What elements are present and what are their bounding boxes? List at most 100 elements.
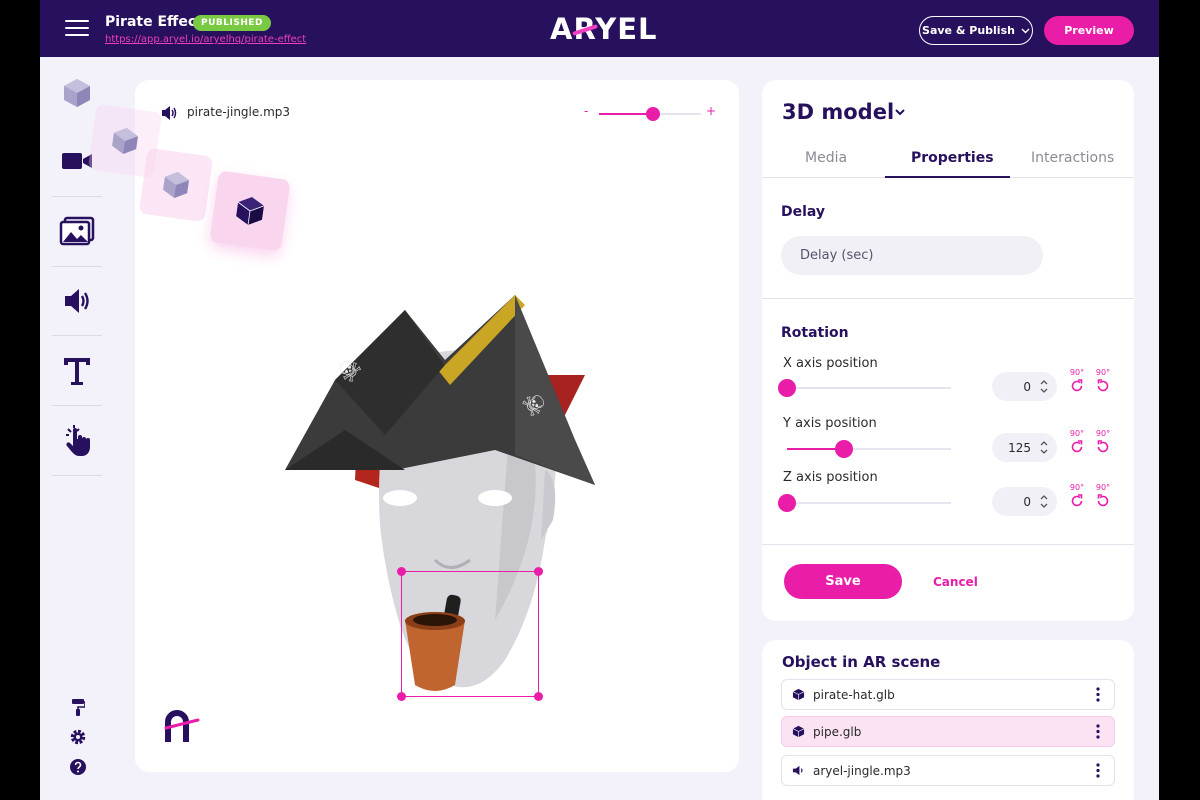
z-axis-label: Z axis position	[783, 470, 878, 485]
object-name: pirate-hat.glb	[813, 687, 895, 702]
x-axis-value: 0	[1023, 379, 1031, 394]
x-axis-value-field[interactable]: 0	[992, 372, 1057, 401]
rotate-ccw-icon	[1097, 440, 1109, 453]
z-axis-slider[interactable]	[778, 494, 951, 512]
sidebar-tool-help[interactable]	[68, 757, 88, 777]
y-axis-slider[interactable]	[787, 440, 951, 458]
object-name: pipe.glb	[813, 724, 862, 739]
tab-interactions[interactable]: Interactions	[1031, 150, 1114, 166]
properties-panel: 3D model Media Properties Interactions D…	[762, 80, 1134, 621]
save-button[interactable]: Save	[784, 564, 902, 599]
rotate-cw-label: 90°	[1069, 368, 1085, 377]
object-row-aryel-jingle[interactable]: aryel-jingle.mp3	[781, 755, 1115, 786]
rotate-ccw-icon	[1097, 379, 1109, 392]
audio-file-name: pirate-jingle.mp3	[187, 105, 291, 119]
more-vertical-icon[interactable]	[1096, 687, 1100, 702]
rotate-cw-icon	[1071, 379, 1083, 392]
rotate-ccw-label: 90°	[1095, 483, 1111, 492]
cube-icon	[792, 725, 805, 738]
x-rotate-ccw-button[interactable]: 90°	[1093, 368, 1113, 396]
drag-ghost-cube-3[interactable]	[209, 170, 291, 252]
volume-slider[interactable]	[599, 107, 701, 121]
rotate-cw-label: 90°	[1069, 429, 1085, 438]
drag-ghost-cube-2	[138, 147, 214, 223]
speaker-icon	[792, 765, 803, 776]
cube-icon	[112, 128, 138, 154]
audio-speaker-icon	[162, 106, 177, 120]
tab-media[interactable]: Media	[805, 150, 847, 166]
help-icon	[70, 759, 86, 775]
sidebar-item-image[interactable]	[52, 203, 102, 259]
chevron-down-icon	[1021, 28, 1030, 33]
chevron-down-icon[interactable]	[894, 108, 906, 116]
delay-input[interactable]	[781, 236, 1043, 275]
selection-handle-top-right[interactable]	[534, 567, 543, 576]
y-axis-label: Y axis position	[783, 416, 877, 431]
volume-up-button[interactable]: +	[706, 104, 716, 118]
y-rotate-ccw-button[interactable]: 90°	[1093, 429, 1113, 457]
volume-slider-fill	[599, 113, 654, 115]
x-axis-label: X axis position	[783, 356, 878, 371]
project-url-link[interactable]: https://app.aryel.io/aryelhq/pirate-effe…	[105, 34, 306, 45]
cube-icon	[236, 197, 264, 225]
object-row-pirate-hat[interactable]: pirate-hat.glb	[781, 679, 1115, 710]
z-axis-value-field[interactable]: 0	[992, 487, 1057, 516]
object-name: aryel-jingle.mp3	[813, 763, 911, 778]
rotate-ccw-label: 90°	[1095, 429, 1111, 438]
active-tab-indicator	[885, 176, 1010, 178]
selection-handle-top-left[interactable]	[397, 567, 406, 576]
preview-button[interactable]: Preview	[1044, 16, 1134, 45]
model-type-selector[interactable]: 3D model	[782, 100, 894, 124]
z-axis-slider-handle[interactable]	[778, 494, 796, 512]
sidebar-item-3d-object[interactable]	[52, 65, 102, 121]
cube-icon	[64, 79, 90, 107]
tab-properties[interactable]: Properties	[911, 150, 994, 166]
x-rotate-cw-button[interactable]: 90°	[1067, 368, 1087, 396]
more-vertical-icon[interactable]	[1096, 724, 1100, 739]
y-axis-value-field[interactable]: 125	[992, 433, 1057, 462]
top-bar: Pirate Effect PUBLISHED https://app.arye…	[40, 0, 1159, 57]
more-vertical-icon[interactable]	[1096, 763, 1100, 778]
rotate-cw-label: 90°	[1069, 483, 1085, 492]
rotate-ccw-icon	[1097, 494, 1109, 507]
delay-title: Delay	[781, 204, 826, 220]
stepper-arrows-icon[interactable]	[1039, 439, 1049, 456]
app-window: Pirate Effect PUBLISHED https://app.arye…	[40, 0, 1159, 800]
stepper-arrows-icon[interactable]	[1039, 493, 1049, 510]
rotate-ccw-label: 90°	[1095, 368, 1111, 377]
y-rotate-cw-button[interactable]: 90°	[1067, 429, 1087, 457]
images-icon	[59, 216, 95, 246]
stepper-arrows-icon[interactable]	[1039, 378, 1049, 395]
gear-icon	[70, 729, 86, 745]
save-publish-label: Save & Publish	[922, 24, 1015, 37]
volume-slider-handle[interactable]	[646, 107, 661, 121]
rotate-cw-icon	[1071, 494, 1083, 507]
aryel-logo: ARYEL	[550, 12, 658, 46]
save-publish-button[interactable]: Save & Publish	[919, 16, 1033, 45]
selection-handle-bottom-left[interactable]	[397, 692, 406, 701]
objects-title: Object in AR scene	[782, 653, 941, 671]
sidebar-item-text[interactable]	[52, 343, 102, 399]
rotate-cw-icon	[1071, 440, 1083, 453]
sidebar-tool-paint-roller[interactable]	[68, 697, 88, 717]
z-axis-value: 0	[1023, 494, 1031, 509]
hamburger-menu-icon[interactable]	[65, 20, 89, 36]
x-axis-slider-handle[interactable]	[778, 379, 796, 397]
object-row-pipe[interactable]: pipe.glb	[781, 716, 1115, 747]
cube-icon	[163, 172, 189, 198]
z-rotate-cw-button[interactable]: 90°	[1067, 483, 1087, 511]
sidebar-item-interaction[interactable]	[52, 413, 102, 469]
sidebar-item-audio[interactable]	[52, 273, 102, 329]
scene-objects-panel: Object in AR scene pirate-hat.glb pipe.g…	[762, 640, 1134, 800]
volume-down-button[interactable]: -	[584, 104, 588, 118]
selection-handle-bottom-right[interactable]	[534, 692, 543, 701]
z-rotate-ccw-button[interactable]: 90°	[1093, 483, 1113, 511]
speaker-icon	[65, 289, 89, 313]
cancel-button[interactable]: Cancel	[933, 575, 978, 589]
sidebar-tool-settings[interactable]	[68, 727, 88, 747]
text-icon	[64, 358, 90, 385]
x-axis-slider[interactable]	[778, 379, 951, 397]
y-axis-slider-handle[interactable]	[835, 440, 854, 458]
rotation-title: Rotation	[781, 325, 849, 341]
selection-box[interactable]	[397, 567, 543, 701]
